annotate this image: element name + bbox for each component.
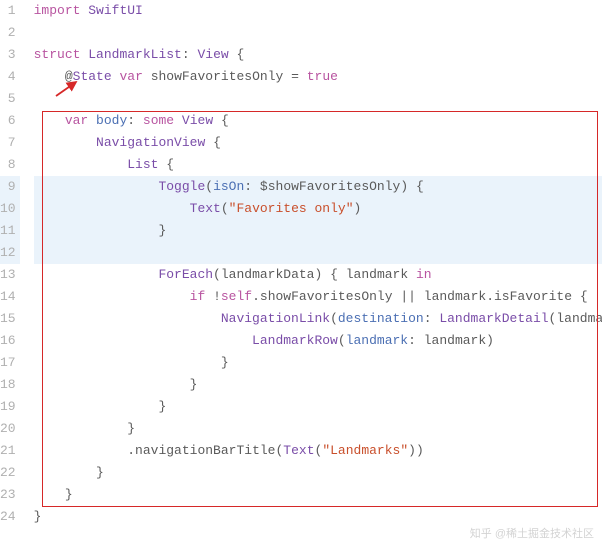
code-line: } <box>34 462 602 484</box>
line-number: 23 <box>0 484 20 506</box>
code-line: } <box>34 484 602 506</box>
code-line: } <box>34 418 602 440</box>
code-line: Toggle(isOn: $showFavoritesOnly) { <box>34 176 602 198</box>
code-line: var body: some View { <box>34 110 602 132</box>
line-number: 18 <box>0 374 20 396</box>
line-number: 12 <box>0 242 20 264</box>
code-line: } <box>34 220 602 242</box>
line-number: 8 <box>0 154 20 176</box>
code-line <box>34 242 602 264</box>
line-number-gutter: 1 2 3 4 5 6 7 8 9 10 11 12 13 14 15 16 1… <box>0 0 30 547</box>
line-number: 15 <box>0 308 20 330</box>
code-line: } <box>34 396 602 418</box>
code-line: } <box>34 374 602 396</box>
line-number: 3 <box>0 44 20 66</box>
code-line: .navigationBarTitle(Text("Landmarks")) <box>34 440 602 462</box>
line-number: 1 <box>0 0 20 22</box>
code-line: NavigationLink(destination: LandmarkDeta… <box>34 308 602 330</box>
line-number: 16 <box>0 330 20 352</box>
code-line: import SwiftUI <box>34 0 602 22</box>
code-line: LandmarkRow(landmark: landmark) <box>34 330 602 352</box>
line-number: 5 <box>0 88 20 110</box>
code-editor: 1 2 3 4 5 6 7 8 9 10 11 12 13 14 15 16 1… <box>0 0 602 547</box>
code-line: List { <box>34 154 602 176</box>
line-number: 6 <box>0 110 20 132</box>
line-number: 9 <box>0 176 20 198</box>
line-number: 22 <box>0 462 20 484</box>
line-number: 2 <box>0 22 20 44</box>
code-line: Text("Favorites only") <box>34 198 602 220</box>
code-line <box>34 22 602 44</box>
code-line: struct LandmarkList: View { <box>34 44 602 66</box>
code-line <box>34 88 602 110</box>
line-number: 17 <box>0 352 20 374</box>
line-number: 21 <box>0 440 20 462</box>
line-number: 20 <box>0 418 20 440</box>
line-number: 24 <box>0 506 20 528</box>
code-content[interactable]: import SwiftUI struct LandmarkList: View… <box>30 0 602 547</box>
line-number: 14 <box>0 286 20 308</box>
code-line: ForEach(landmarkData) { landmark in <box>34 264 602 286</box>
code-line: NavigationView { <box>34 132 602 154</box>
line-number: 10 <box>0 198 20 220</box>
code-line: if !self.showFavoritesOnly || landmark.i… <box>34 286 602 308</box>
line-number: 7 <box>0 132 20 154</box>
code-line: } <box>34 352 602 374</box>
line-number: 11 <box>0 220 20 242</box>
line-number: 4 <box>0 66 20 88</box>
code-line: @State var showFavoritesOnly = true <box>34 66 602 88</box>
code-line: } <box>34 506 602 528</box>
line-number: 19 <box>0 396 20 418</box>
line-number: 13 <box>0 264 20 286</box>
